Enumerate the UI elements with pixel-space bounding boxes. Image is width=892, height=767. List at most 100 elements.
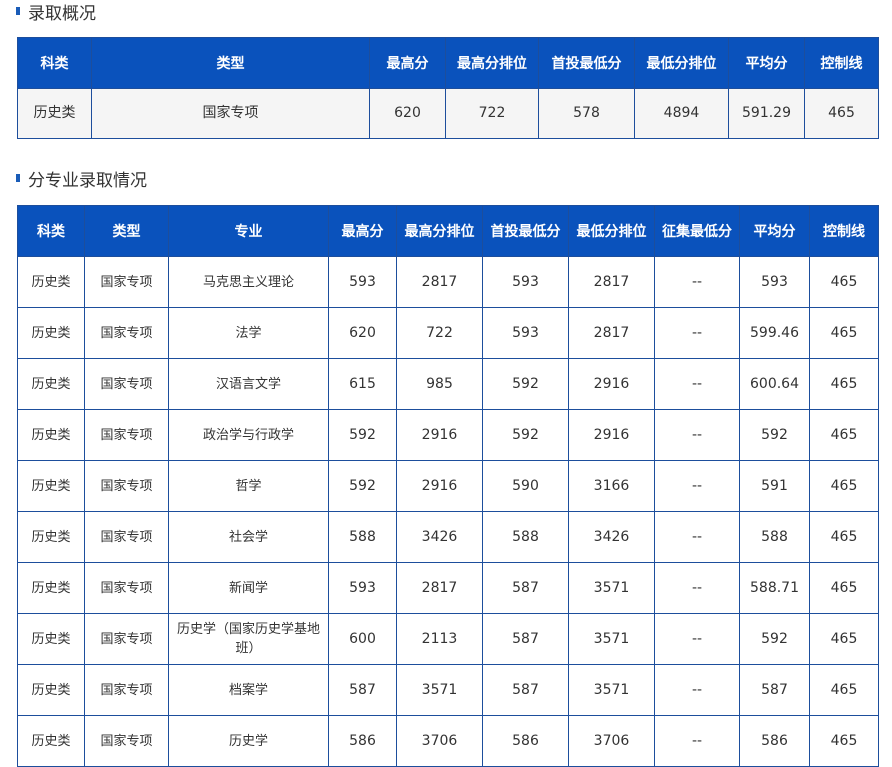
table-cell: 593 [739,256,810,308]
table-cell: 592 [328,460,397,512]
table-cell: 历史类 [17,613,85,665]
table-cell: 588 [482,511,569,563]
table-cell: 历史类 [17,664,85,716]
summary-cell: 591.29 [728,88,805,139]
table-cell: -- [654,715,740,767]
table-cell: 历史学 [168,715,329,767]
table-cell: 2817 [568,256,655,308]
table-cell: 3426 [568,511,655,563]
table-cell: 592 [482,358,569,410]
major-header-cell: 专业 [168,205,329,257]
table-cell: 588 [739,511,810,563]
table-cell: 465 [809,358,879,410]
table-cell: -- [654,256,740,308]
table-cell: 3571 [568,613,655,665]
table-cell: 600 [328,613,397,665]
summary-cell: 578 [538,88,635,139]
major-header-row: 科类 类型 专业 最高分 最高分排位 首投最低分 最低分排位 征集最低分 平均分 控制线 [17,205,879,257]
table-cell: 590 [482,460,569,512]
major-header-cell: 平均分 [739,205,810,257]
table-cell: 档案学 [168,664,329,716]
summary-header-row: 科类 类型 最高分 最高分排位 首投最低分 最低分排位 平均分 控制线 [17,37,879,89]
table-cell: 2916 [568,409,655,461]
table-cell: 3706 [568,715,655,767]
admission-summary-table: 科类 类型 最高分 最高分排位 首投最低分 最低分排位 平均分 控制线 历史类 国家专项 620 7… [17,37,879,139]
summary-header-cell: 控制线 [804,37,879,89]
table-cell: 汉语言文学 [168,358,329,410]
table-cell: 722 [396,307,483,359]
table-cell: 3426 [396,511,483,563]
table-cell: 587 [739,664,810,716]
table-row: 历史类 国家专项 哲学 592 2916 590 3166 -- 591 465 [17,460,879,512]
table-cell: 592 [482,409,569,461]
table-cell: 465 [809,460,879,512]
table-cell: 3166 [568,460,655,512]
summary-header-cell: 最高分排位 [445,37,539,89]
table-cell: 历史类 [17,562,85,614]
table-cell: 国家专项 [84,562,169,614]
summary-section-title: 录取概况 [16,0,96,24]
table-cell: 历史类 [17,460,85,512]
table-cell: 社会学 [168,511,329,563]
table-cell: 2817 [568,307,655,359]
table-row: 历史类 国家专项 历史学 586 3706 586 3706 -- 586 465 [17,715,879,767]
major-header-cell: 最低分排位 [568,205,655,257]
table-cell: 592 [739,409,810,461]
table-cell: 587 [482,562,569,614]
table-cell: 3571 [396,664,483,716]
table-cell: 国家专项 [84,511,169,563]
table-row: 历史类 国家专项 历史学（国家历史学基地班） 600 2113 587 3571 -- 592 4… [17,613,879,665]
table-cell: 465 [809,562,879,614]
table-cell: 593 [482,256,569,308]
major-header-cell: 首投最低分 [482,205,569,257]
table-cell: 586 [482,715,569,767]
table-cell: 国家专项 [84,256,169,308]
summary-header-cell: 最高分 [369,37,446,89]
table-cell: 国家专项 [84,409,169,461]
summary-header-cell: 最低分排位 [634,37,729,89]
table-cell: 465 [809,256,879,308]
table-cell: 465 [809,511,879,563]
table-cell: 620 [328,307,397,359]
table-cell: 历史类 [17,511,85,563]
table-cell: 592 [739,613,810,665]
table-cell: 历史类 [17,256,85,308]
table-cell: 985 [396,358,483,410]
table-cell: -- [654,613,740,665]
table-cell: 587 [328,664,397,716]
table-cell: 465 [809,715,879,767]
table-cell: 593 [328,562,397,614]
table-cell: 历史类 [17,409,85,461]
table-cell: 2916 [396,460,483,512]
table-cell: 465 [809,307,879,359]
table-cell: 465 [809,409,879,461]
major-admission-table: 科类 类型 专业 最高分 最高分排位 首投最低分 最低分排位 征集最低分 平均分 控制线 历史类国… [17,205,879,767]
table-cell: 599.46 [739,307,810,359]
table-row: 历史类 国家专项 政治学与行政学 592 2916 592 2916 -- 592 465 [17,409,879,461]
table-cell: 3706 [396,715,483,767]
summary-cell: 620 [369,88,446,139]
table-cell: 3571 [568,562,655,614]
summary-cell: 4894 [634,88,729,139]
section-bullet-icon [16,174,20,182]
table-cell: 586 [328,715,397,767]
table-cell: 马克思主义理论 [168,256,329,308]
table-cell: 586 [739,715,810,767]
table-cell: -- [654,562,740,614]
table-row: 历史类 国家专项 档案学 587 3571 587 3571 -- 587 465 [17,664,879,716]
table-cell: -- [654,307,740,359]
table-cell: 615 [328,358,397,410]
major-header-cell: 科类 [17,205,85,257]
table-cell: 593 [482,307,569,359]
table-cell: 国家专项 [84,664,169,716]
summary-header-cell: 科类 [17,37,92,89]
major-section-title: 分专业录取情况 [16,167,147,191]
summary-cell: 465 [804,88,879,139]
major-header-cell: 征集最低分 [654,205,740,257]
table-cell: -- [654,664,740,716]
table-cell: 历史学（国家历史学基地班） [168,613,329,665]
table-cell: 588.71 [739,562,810,614]
table-cell: 历史类 [17,307,85,359]
table-row: 历史类 国家专项 汉语言文学 615 985 592 2916 -- 600.64 465 [17,358,879,410]
table-cell: -- [654,511,740,563]
